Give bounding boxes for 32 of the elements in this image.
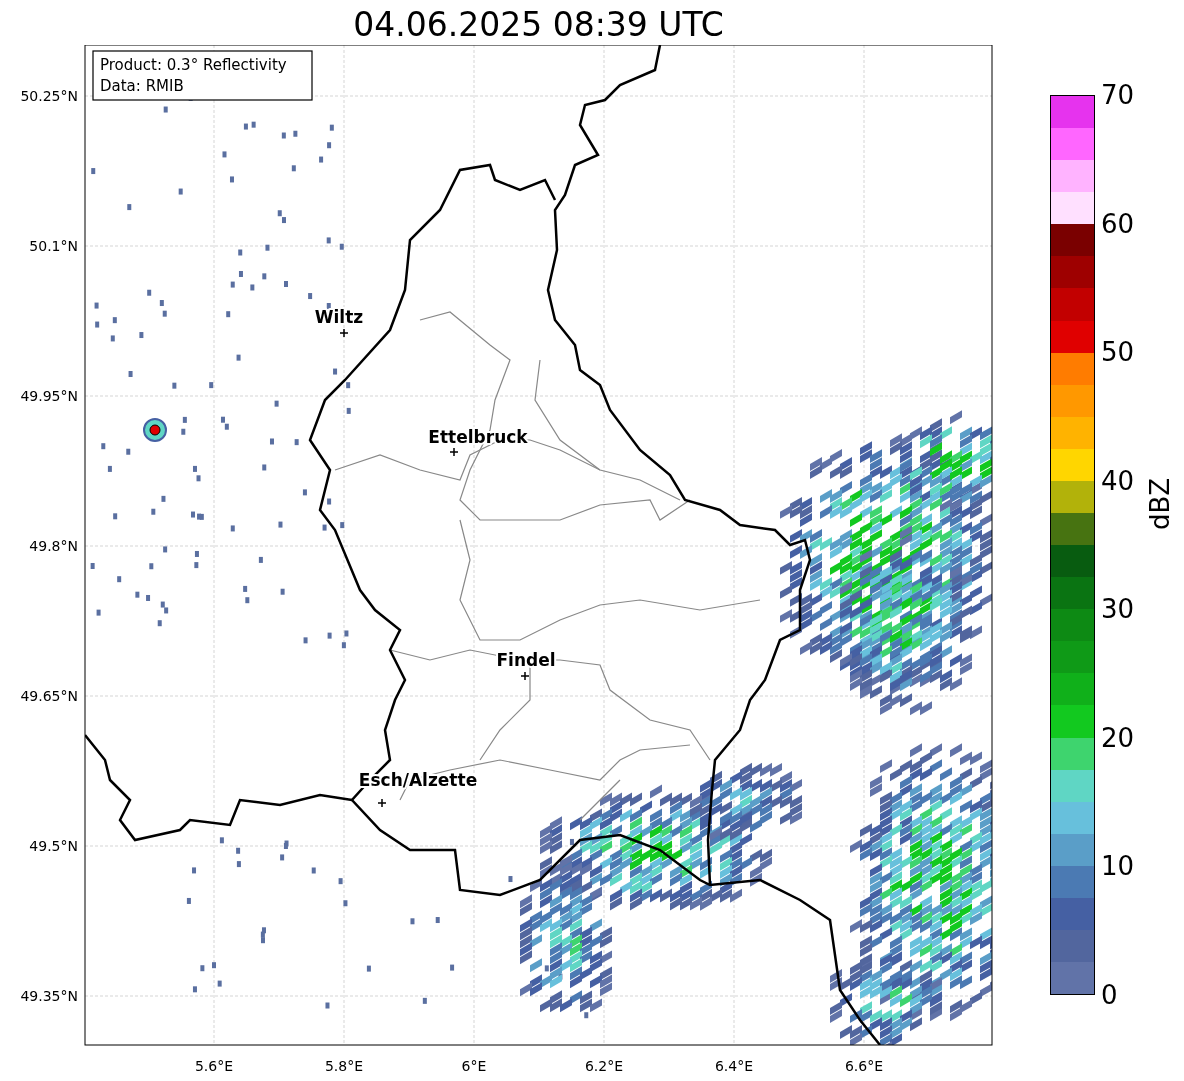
city-label: Wiltz: [314, 307, 364, 327]
longitude-label: 6°E: [461, 1058, 487, 1074]
latitude-label: 50.25°N: [20, 88, 78, 104]
longitude-label: 5.8°E: [324, 1058, 364, 1074]
city-marker-icon: [520, 671, 530, 681]
colorbar-tick-label: 50: [1100, 337, 1135, 368]
city-marker-icon: [377, 798, 387, 808]
info-text: Data: RMIB: [100, 77, 184, 95]
info-text: Product: 0.3° Reflectivity: [100, 56, 287, 74]
city-label: Findel: [496, 650, 556, 670]
latitude-label: 49.95°N: [20, 388, 78, 404]
chart-title: 04.06.2025 08:39 UTC: [352, 4, 725, 45]
colorbar-tick-label: 40: [1100, 465, 1135, 496]
colorbar-tick-label: 70: [1100, 80, 1135, 110]
latitude-label: 49.8°N: [29, 538, 78, 554]
colorbar-label: dBZ: [1145, 477, 1175, 530]
colorbar-tick-label: 10: [1100, 851, 1135, 882]
longitude-label: 5.6°E: [194, 1058, 234, 1074]
latitude-label: 49.35°N: [20, 988, 78, 1004]
colorbar-tick-label: 30: [1100, 594, 1135, 625]
colorbar-tick-label: 0: [1100, 980, 1118, 1010]
longitude-label: 6.6°E: [844, 1058, 884, 1074]
city-marker-icon: [339, 328, 349, 338]
longitude-label: 6.2°E: [584, 1058, 624, 1074]
longitude-label: 6.4°E: [714, 1058, 754, 1074]
colorbar-tick-label: 60: [1100, 208, 1135, 239]
latitude-label: 50.1°N: [29, 238, 78, 254]
latitude-label: 49.5°N: [29, 838, 78, 854]
latitude-label: 49.65°N: [20, 688, 78, 704]
colorbar-tick-label: 20: [1100, 722, 1135, 753]
city-label: Ettelbruck: [428, 427, 528, 447]
city-marker-icon: [449, 447, 459, 457]
